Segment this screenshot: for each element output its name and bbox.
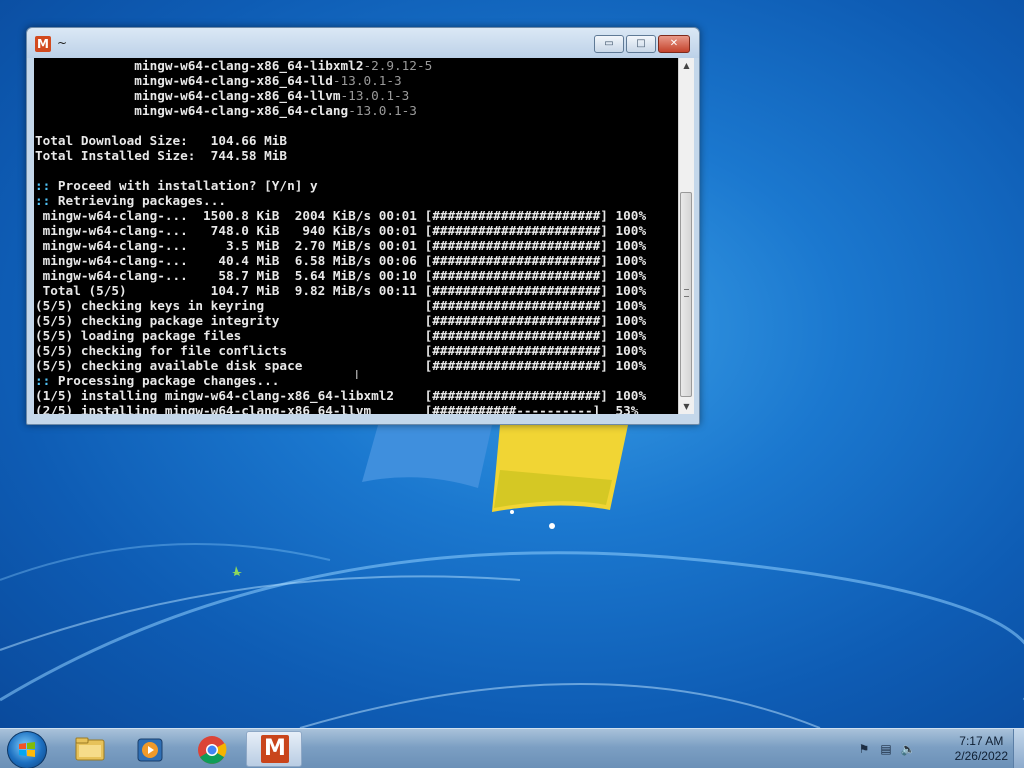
terminal-line: :: Retrieving packages... [35,193,678,208]
minimize-icon: ▭ [604,38,614,49]
terminal-window[interactable]: M ~ ▭ □ ✕ mingw-w64-clang-x86_64-libxml2… [26,27,700,425]
terminal-line-text: mingw-w64-clang-x86_64-llvm [35,88,341,103]
terminal-line: mingw-w64-clang-... 58.7 MiB 5.64 MiB/s … [35,268,678,283]
terminal-line-text: mingw-w64-clang-... 3.5 MiB 2.70 MiB/s 0… [35,238,647,253]
grip-icon [684,289,689,297]
terminal-line-text: (5/5) checking for file conflicts [#####… [35,343,647,358]
media-player-taskbar-button[interactable] [122,731,178,767]
action-center-flag-icon[interactable]: ⚑ [856,742,872,756]
package-version: -13.0.1-3 [340,88,410,103]
msys2-app-icon: M [35,36,51,52]
terminal-line-text: (2/5) installing mingw-w64-clang-x86_64-… [35,403,639,414]
prompt-prefix: :: [35,193,51,208]
package-version: -13.0.1-3 [332,73,402,88]
close-button[interactable]: ✕ [658,35,690,53]
clock-time: 7:17 AM [959,734,1004,748]
terminal-line-text: mingw-w64-clang-... 58.7 MiB 5.64 MiB/s … [35,268,647,283]
terminal-line-text: Total Download Size: 104.66 MiB [35,133,288,148]
scroll-thumb[interactable] [680,192,692,397]
package-version: -2.9.12-5 [363,58,433,73]
terminal-line: (1/5) installing mingw-w64-clang-x86_64-… [35,388,678,403]
maximize-button[interactable]: □ [626,35,656,53]
terminal-line: Total Installed Size: 744.58 MiB [35,148,678,163]
window-title: ~ [57,36,68,50]
terminal-line: Total (5/5) 104.7 MiB 9.82 MiB/s 00:11 [… [35,283,678,298]
terminal-line: Total Download Size: 104.66 MiB [35,133,678,148]
maximize-icon: □ [636,38,646,49]
clock-date: 2/26/2022 [954,749,1008,763]
scroll-down-icon[interactable]: ▼ [679,399,694,414]
system-tray: ⚑ ▤ 🔈 7:17 AM 2/26/2022 [854,729,1024,768]
msys2-icon: M [261,735,289,763]
terminal-line: mingw-w64-clang-x86_64-llvm-13.0.1-3 [35,88,678,103]
terminal-line-text: Processing package changes... [50,373,280,388]
terminal-line: mingw-w64-clang-... 3.5 MiB 2.70 MiB/s 0… [35,238,678,253]
terminal-line-text: mingw-w64-clang-... 748.0 KiB 940 KiB/s … [35,223,647,238]
terminal-line: (5/5) checking for file conflicts [#####… [35,343,678,358]
terminal-line-text: mingw-w64-clang-x86_64-lld [35,73,333,88]
terminal-line-text: (5/5) checking keys in keyring [########… [35,298,647,313]
terminal-line: mingw-w64-clang-... 748.0 KiB 940 KiB/s … [35,223,678,238]
msys2-taskbar-button[interactable]: M [246,731,302,767]
terminal-line: (2/5) installing mingw-w64-clang-x86_64-… [35,403,678,414]
prompt-prefix: :: [35,373,51,388]
terminal-line: mingw-w64-clang-... 1500.8 KiB 2004 KiB/… [35,208,678,223]
terminal-line-text: Proceed with installation? [Y/n] y [50,178,318,193]
network-icon[interactable]: ▤ [878,742,894,756]
terminal-line-text: (5/5) checking package integrity [######… [35,313,647,328]
window-titlebar[interactable]: M ~ ▭ □ ✕ [27,28,699,58]
terminal-line-text: Total (5/5) 104.7 MiB 9.82 MiB/s 00:11 [… [35,283,647,298]
terminal-line-text: Total Installed Size: 744.58 MiB [35,148,288,163]
media-player-icon [137,738,163,762]
terminal-line: (5/5) loading package files [###########… [35,328,678,343]
terminal-line: mingw-w64-clang-x86_64-libxml2-2.9.12-5 [35,58,678,73]
volume-icon[interactable]: 🔈 [900,742,916,756]
minimize-button[interactable]: ▭ [594,35,624,53]
start-button[interactable] [7,731,47,768]
terminal-line-text: Retrieving packages... [50,193,226,208]
terminal-text: mingw-w64-clang-x86_64-libxml2-2.9.12-5 … [34,58,678,414]
chrome-taskbar-button[interactable] [184,731,240,767]
windows-flag-icon [19,742,35,757]
package-version: -13.0.1-3 [348,103,417,118]
terminal-line: mingw-w64-clang-x86_64-lld-13.0.1-3 [35,73,678,88]
terminal-line: (5/5) checking package integrity [######… [35,313,678,328]
terminal-line-text: (1/5) installing mingw-w64-clang-x86_64-… [35,388,647,403]
explorer-taskbar-button[interactable] [62,731,118,767]
terminal-line-text: mingw-w64-clang-... 1500.8 KiB 2004 KiB/… [35,208,647,223]
terminal-line-text: (5/5) checking available disk space [###… [35,358,647,373]
taskbar: M ⚑ ▤ 🔈 7:17 AM 2/26/2022 [0,728,1024,768]
text-cursor-icon: I [355,368,359,382]
chrome-icon [198,736,227,764]
clock[interactable]: 7:17 AM 2/26/2022 [955,734,1008,764]
terminal-line: mingw-w64-clang-... 40.4 MiB 6.58 MiB/s … [35,253,678,268]
terminal-line-text: mingw-w64-clang-... 40.4 MiB 6.58 MiB/s … [35,253,647,268]
terminal-line: :: Proceed with installation? [Y/n] y [35,178,678,193]
explorer-icon [75,737,105,761]
scroll-up-icon[interactable]: ▲ [679,58,694,73]
terminal-line: mingw-w64-clang-x86_64-clang-13.0.1-3 [35,103,678,118]
prompt-prefix: :: [35,178,51,193]
terminal-line-text: (5/5) loading package files [###########… [35,328,647,343]
close-icon: ✕ [669,38,679,49]
terminal-line-text: mingw-w64-clang-x86_64-clang [35,103,349,118]
vertical-scrollbar[interactable]: ▲ ▼ [678,58,694,414]
terminal-line: (5/5) checking keys in keyring [########… [35,298,678,313]
show-desktop-button[interactable] [1013,729,1024,768]
terminal-line-text: mingw-w64-clang-x86_64-libxml2 [35,58,364,73]
terminal-output[interactable]: mingw-w64-clang-x86_64-libxml2-2.9.12-5 … [34,58,678,414]
